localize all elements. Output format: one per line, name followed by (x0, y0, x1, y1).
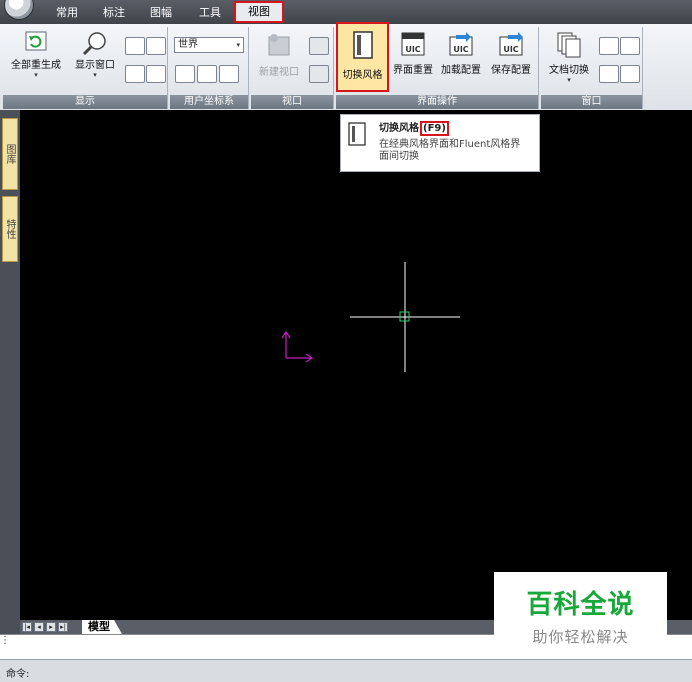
ucs-select-value: 世界 (178, 39, 198, 50)
show-window-label: 显示窗口 (75, 60, 115, 71)
viewport-clip-icon[interactable] (309, 65, 329, 83)
ribbon-panel: 全部重生成 ▾ 显示窗口 ▾ 显示 世界 ▾ 用户坐标系 新建视口 视口 切换风… (0, 22, 692, 111)
switch-style-label: 切换风格 (342, 70, 383, 81)
tooltip-title: 切换风格 (379, 123, 419, 134)
new-viewport-button[interactable]: 新建视口 (253, 33, 305, 78)
switch-style-button[interactable]: 切换风格 (336, 22, 389, 92)
drawing-canvas[interactable] (20, 110, 692, 620)
dock-tab-properties[interactable]: 特性 (2, 196, 18, 262)
tooltip-title-row: 切换风格 (F9) (379, 119, 449, 136)
group-ucs-label: 用户坐标系 (170, 95, 248, 109)
chevron-down-icon: ▾ (236, 41, 240, 49)
tile-grid-icon[interactable] (599, 65, 619, 83)
crosshair-cursor (350, 262, 460, 372)
ribbon-tab-bar: 常用 标注 图幅 工具 视图 (0, 0, 692, 24)
show-window-button[interactable]: 显示窗口 ▾ (69, 31, 121, 79)
reset-ui-icon: UIC (401, 32, 425, 56)
group-ui-ops-label: 界面操作 (336, 95, 538, 109)
tab-drawing-frame[interactable]: 图幅 (148, 4, 174, 22)
last-layout-icon[interactable]: ▸| (58, 622, 68, 632)
switch-style-icon (352, 31, 373, 59)
zoom-previous-icon[interactable] (146, 65, 166, 83)
command-line[interactable]: 命令: (0, 659, 692, 682)
group-window-label: 窗口 (541, 95, 642, 109)
ucs-select[interactable]: 世界 ▾ (174, 37, 244, 53)
dock-tab-library-label: 图库 (4, 144, 15, 164)
watermark-subtitle: 助你轻松解决 (532, 628, 629, 646)
doc-switch-button[interactable]: 文档切换 ▾ (543, 31, 595, 84)
dock-tab-properties-label: 特性 (4, 219, 15, 239)
new-viewport-label: 新建视口 (259, 67, 299, 78)
command-prompt: 命令: (6, 669, 30, 680)
next-layout-icon[interactable]: ▸ (46, 622, 56, 632)
group-ui-ops: 切换风格 UIC 界面重置 UIC 加载配置 UIC 保存配置 界面操作 (336, 22, 539, 109)
tab-model[interactable]: 模型 (82, 620, 122, 634)
dock-tab-library[interactable]: 图库 (2, 118, 18, 190)
tab-dimension[interactable]: 标注 (101, 4, 127, 22)
document-stack-icon (557, 32, 581, 58)
ucs-world-icon[interactable] (175, 65, 195, 83)
zoom-magnifier-icon (82, 32, 106, 55)
save-config-button[interactable]: UIC 保存配置 (486, 31, 536, 76)
watermark-badge: 百科全说 助你轻松解决 (494, 572, 667, 657)
reset-ui-label: 界面重置 (393, 65, 433, 76)
new-viewport-icon (268, 34, 290, 56)
switch-style-tooltip: 切换风格 (F9) 在经典风格界面和Fluent风格界 面间切换 (340, 114, 540, 172)
save-config-icon: UIC (499, 32, 523, 56)
tooltip-description: 在经典风格界面和Fluent风格界 面间切换 (379, 139, 520, 163)
canvas-overlay (281, 262, 460, 372)
load-config-icon: UIC (449, 32, 473, 56)
chevron-down-icon: ▾ (567, 76, 571, 84)
group-window: 文档切换 ▾ 窗口 (541, 27, 643, 109)
group-display-label: 显示 (3, 95, 167, 109)
group-viewport: 新建视口 视口 (251, 27, 334, 109)
first-layout-icon[interactable]: |◂ (22, 622, 32, 632)
tab-tools[interactable]: 工具 (197, 4, 223, 22)
svg-text:UIC: UIC (503, 45, 518, 54)
svg-text:UIC: UIC (453, 45, 468, 54)
tooltip-desc-line1: 在经典风格界面和Fluent风格界 (379, 139, 521, 150)
chevron-down-icon: ▾ (34, 71, 38, 79)
group-ucs: 世界 ▾ 用户坐标系 (170, 27, 249, 109)
app-menu-logo-icon[interactable] (4, 0, 34, 20)
doc-switch-label: 文档切换 (549, 65, 589, 76)
regen-icon (25, 31, 47, 51)
drag-handle-icon[interactable]: ⋮ (0, 636, 10, 658)
zoom-realtime-icon[interactable] (146, 37, 166, 55)
ucs-3point-icon[interactable] (197, 65, 217, 83)
regen-all-button[interactable]: 全部重生成 ▾ (5, 31, 67, 79)
left-dock-bar: 图库 特性 (0, 110, 20, 635)
load-config-button[interactable]: UIC 加载配置 (437, 31, 485, 76)
regen-all-label: 全部重生成 (11, 60, 61, 71)
reset-ui-button[interactable]: UIC 界面重置 (390, 31, 436, 76)
cascade-windows-icon[interactable] (599, 37, 619, 55)
load-config-label: 加载配置 (441, 65, 481, 76)
group-viewport-label: 视口 (251, 95, 333, 109)
ucs-origin-icon[interactable] (219, 65, 239, 83)
tab-view[interactable]: 视图 (234, 1, 284, 23)
tooltip-shortcut: (F9) (420, 121, 449, 136)
zoom-extents-icon[interactable] (125, 65, 145, 83)
tile-horizontal-icon[interactable] (620, 37, 640, 55)
chevron-down-icon: ▾ (93, 71, 97, 79)
prev-layout-icon[interactable]: ◂ (34, 622, 44, 632)
tile-vertical-icon[interactable] (620, 65, 640, 83)
tab-common[interactable]: 常用 (54, 4, 80, 22)
pan-realtime-icon[interactable] (125, 37, 145, 55)
svg-text:UIC: UIC (405, 45, 420, 54)
watermark-title: 百科全说 (526, 590, 635, 620)
viewport-layout-icon[interactable] (309, 37, 329, 55)
tooltip-desc-line2: 面间切换 (379, 151, 419, 162)
group-display: 全部重生成 ▾ 显示窗口 ▾ 显示 (3, 27, 168, 109)
switch-style-icon (348, 122, 366, 146)
save-config-label: 保存配置 (491, 65, 531, 76)
ucs-axis-icon (281, 330, 314, 363)
